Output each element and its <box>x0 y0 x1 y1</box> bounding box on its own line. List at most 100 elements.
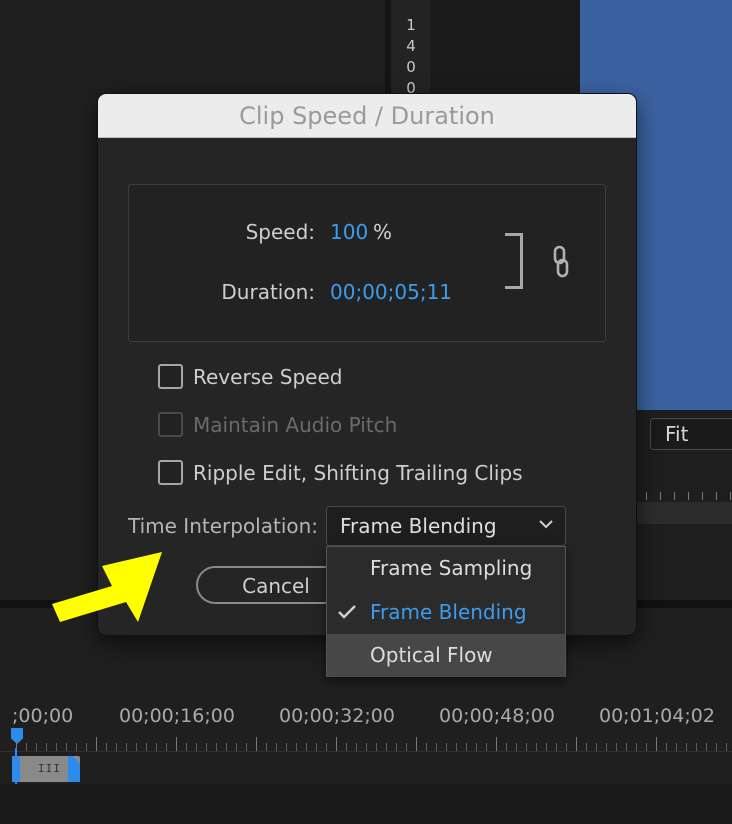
checkmark-icon <box>338 605 356 619</box>
ruler-tick <box>586 743 587 751</box>
time-interpolation-select[interactable]: Frame Blending <box>326 506 566 546</box>
ruler-tick <box>716 492 717 500</box>
ruler-tick <box>726 743 727 751</box>
ruler-tick <box>256 737 257 751</box>
timecode-label: 00;00;32;00 <box>279 705 395 727</box>
ripple-edit-checkbox[interactable] <box>158 460 183 485</box>
ruler-tick <box>606 743 607 751</box>
ruler-tick <box>176 737 177 751</box>
ruler-tick <box>316 743 317 751</box>
ruler-tick <box>396 743 397 751</box>
ruler-tick <box>536 743 537 751</box>
ruler-tick <box>96 737 97 751</box>
ruler-tick <box>286 743 287 751</box>
ruler-tick <box>626 743 627 751</box>
speed-value[interactable]: 100 <box>330 220 368 244</box>
ruler-tick <box>686 743 687 751</box>
maintain-audio-pitch-label: Maintain Audio Pitch <box>193 412 398 437</box>
ruler-tick <box>496 737 497 751</box>
ruler-tick <box>76 743 77 751</box>
menu-item-label: Frame Blending <box>370 600 527 624</box>
reverse-speed-checkbox[interactable] <box>158 364 183 389</box>
vertical-ruler: 1 4 0 0 <box>385 0 430 98</box>
maintain-audio-pitch-checkbox <box>158 412 183 437</box>
ruler-tick <box>356 743 357 751</box>
ruler-tick <box>616 743 617 751</box>
ruler-tick <box>646 492 647 500</box>
reverse-speed-row[interactable]: Reverse Speed <box>158 364 342 389</box>
timeline-ruler[interactable] <box>0 736 732 752</box>
ruler-tick <box>456 743 457 751</box>
ruler-digit: 4 <box>406 37 416 55</box>
ruler-tick <box>306 743 307 751</box>
ruler-tick <box>116 743 117 751</box>
ruler-digit: 1 <box>406 16 416 34</box>
ruler-tick <box>566 743 567 751</box>
menu-item-frame-sampling[interactable]: Frame Sampling <box>327 547 565 590</box>
ruler-tick <box>156 743 157 751</box>
ruler-tick <box>416 737 417 751</box>
ruler-tick <box>436 743 437 751</box>
ruler-tick <box>446 743 447 751</box>
ruler-tick <box>186 743 187 751</box>
ruler-tick <box>266 743 267 751</box>
dialog-title: Clip Speed / Duration <box>239 102 495 130</box>
ruler-tick <box>166 743 167 751</box>
time-interpolation-label: Time Interpolation: <box>128 514 319 538</box>
ruler-tick <box>246 743 247 751</box>
ruler-tick <box>730 492 731 500</box>
timecode-label: 00;00;16;00 <box>119 705 235 727</box>
ruler-tick <box>696 743 697 751</box>
timecode-label: 00;00;48;00 <box>439 705 555 727</box>
menu-item-frame-blending[interactable]: Frame Blending <box>327 591 565 634</box>
ruler-tick <box>276 743 277 751</box>
ruler-tick <box>666 743 667 751</box>
timecode-label: 00;01;04;02 <box>599 705 715 727</box>
chain-link-icon[interactable] <box>549 245 573 279</box>
ruler-tick <box>26 743 27 751</box>
speed-unit: % <box>373 220 393 244</box>
ruler-tick <box>526 743 527 751</box>
time-interpolation-menu: Frame Sampling Frame Blending Optical Fl… <box>326 546 566 677</box>
ruler-tick <box>646 743 647 751</box>
ruler-tick <box>36 743 37 751</box>
ruler-tick <box>56 743 57 751</box>
clip-grip-icon: III <box>38 762 61 775</box>
ruler-tick <box>66 743 67 751</box>
ruler-tick <box>216 743 217 751</box>
menu-item-optical-flow[interactable]: Optical Flow <box>327 634 565 677</box>
ruler-tick <box>226 743 227 751</box>
ruler-tick <box>236 743 237 751</box>
ruler-tick <box>206 743 207 751</box>
ruler-tick <box>576 737 577 751</box>
ripple-edit-label: Ripple Edit, Shifting Trailing Clips <box>193 460 523 485</box>
ruler-tick <box>466 743 467 751</box>
ruler-tick <box>706 743 707 751</box>
ruler-tick <box>406 743 407 751</box>
ripple-edit-row[interactable]: Ripple Edit, Shifting Trailing Clips <box>158 460 523 485</box>
maintain-audio-pitch-row: Maintain Audio Pitch <box>158 412 397 437</box>
ruler-tick <box>146 743 147 751</box>
ruler-tick <box>688 492 689 500</box>
ruler-tick <box>346 743 347 751</box>
ruler-tick <box>716 743 717 751</box>
ruler-tick <box>476 743 477 751</box>
duration-value[interactable]: 00;00;05;11 <box>330 280 452 304</box>
ruler-tick <box>376 743 377 751</box>
speed-label: Speed: <box>245 220 315 244</box>
ruler-tick <box>126 743 127 751</box>
speed-duration-group: Speed: 100 % Duration: 00;00;05;11 <box>128 184 606 342</box>
program-monitor-scrollbar[interactable] <box>636 502 732 524</box>
clip-in-handle[interactable] <box>12 756 20 782</box>
ruler-tick <box>296 743 297 751</box>
ruler-tick <box>426 743 427 751</box>
ruler-tick <box>86 743 87 751</box>
ruler-tick <box>506 743 507 751</box>
dialog-titlebar[interactable]: Clip Speed / Duration <box>98 94 636 138</box>
ruler-tick <box>674 492 675 500</box>
ruler-tick <box>136 743 137 751</box>
zoom-fit-dropdown[interactable]: Fit <box>650 418 732 450</box>
ruler-tick <box>366 743 367 751</box>
ruler-tick <box>676 743 677 751</box>
program-monitor-ruler <box>640 480 732 500</box>
